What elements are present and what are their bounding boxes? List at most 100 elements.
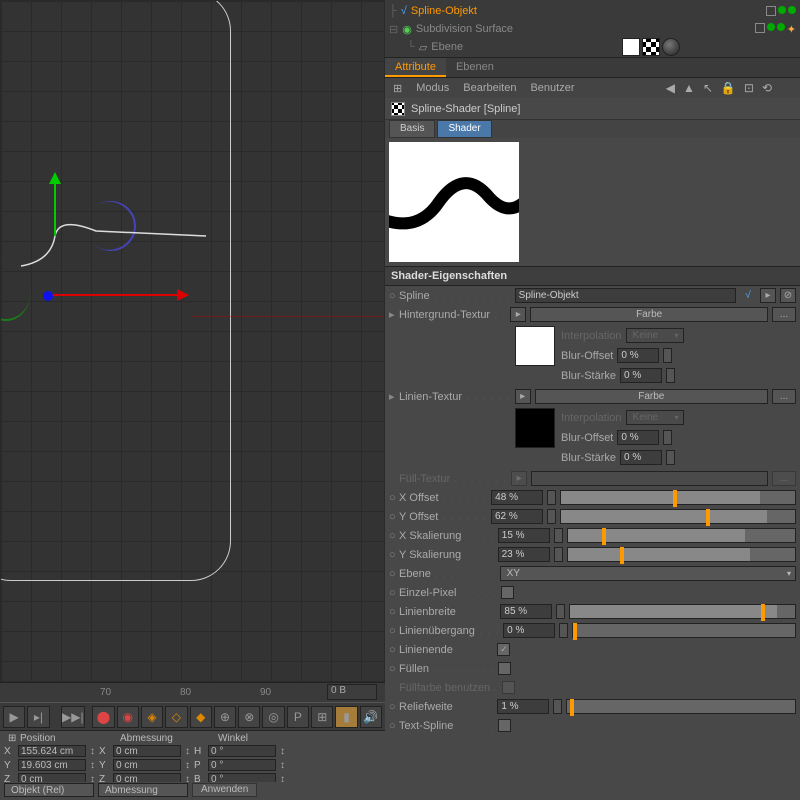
shader-preview[interactable] [389,142,519,262]
spinner[interactable] [663,348,672,363]
nav-arrow-icon[interactable]: ↖ [703,81,713,95]
subtab-shader[interactable]: Shader [437,120,491,138]
keyframe-button[interactable]: ◈ [141,706,163,728]
pos-x[interactable]: 155.624 cm [18,745,86,757]
pos-y[interactable]: 19.603 cm [18,759,86,771]
menu-bearbeiten[interactable]: Bearbeiten [463,82,516,94]
bg-color-swatch[interactable] [515,326,555,366]
object-sds[interactable]: Subdivision Surface [416,23,513,35]
x-offset-slider[interactable] [560,490,796,505]
menu-modus[interactable]: Modus [416,82,449,94]
line-fade-field[interactable]: 0 % [503,623,555,638]
line-end-check[interactable]: ✓ [497,643,510,656]
frame-field[interactable]: 0 B [327,684,377,700]
material-white[interactable] [622,38,640,56]
y-scale-field[interactable]: 23 % [498,547,550,562]
nav-back-icon[interactable]: ◀ [666,81,675,95]
x-scale-field[interactable]: 15 % [498,528,550,543]
layer-dot[interactable] [777,23,785,31]
rot-h[interactable]: 0 ° [208,745,276,757]
apply-button[interactable]: Anwenden [192,783,257,797]
material-checker[interactable] [642,38,660,56]
axis-x[interactable] [51,291,191,299]
spinner[interactable] [666,450,675,465]
bg-blur-strength[interactable]: 0 % [620,368,662,383]
coord-mode-dropdown[interactable]: Objekt (Rel) [4,783,94,797]
spinner[interactable] [559,623,568,638]
spinner[interactable] [666,368,675,383]
next-key-button[interactable]: ▶▶| [61,706,85,728]
play-button[interactable]: ▶ [3,706,25,728]
x-scale-slider[interactable] [567,528,796,543]
line-tex-arrow[interactable]: ▸ [515,389,531,404]
key-pos-button[interactable]: ⊕ [214,706,236,728]
spline-pick-button[interactable]: ▸ [760,288,776,303]
grid-toggle-button[interactable]: ⊞ [311,706,333,728]
line-fade-slider[interactable] [572,623,796,638]
autokey-button[interactable]: ◉ [117,706,139,728]
spinner[interactable] [554,547,563,562]
y-scale-slider[interactable] [567,547,796,562]
viewport-3d[interactable] [0,0,385,682]
bg-tex-browse[interactable]: ... [772,307,796,322]
line-width-slider[interactable] [569,604,796,619]
spinner[interactable] [554,528,563,543]
link-icon[interactable]: ⟲ [762,81,772,95]
axis-y[interactable] [51,166,59,236]
menu-benutzer[interactable]: Benutzer [530,82,574,94]
dim-x[interactable]: 0 cm [113,745,181,757]
text-spline-check[interactable] [498,719,511,732]
visibility-toggle[interactable] [755,23,765,33]
next-frame-button[interactable]: ▸| [27,706,49,728]
nav-up-icon[interactable]: ▲ [683,81,695,95]
relief-slider[interactable] [566,699,796,714]
lbl-line-texture[interactable]: Linien-Textur [399,391,462,403]
tab-attribute[interactable]: Attribute [385,58,446,77]
line-blur-offset[interactable]: 0 % [617,430,659,445]
visibility-toggle[interactable] [766,6,776,16]
key-selection-button[interactable]: ◇ [165,706,187,728]
plane-dropdown[interactable]: XY [500,566,796,581]
line-interp[interactable]: Keine [626,410,684,425]
hierarchy-expand[interactable]: ⊟ [389,23,398,36]
timeline-ruler[interactable]: 70 80 90 100 0 B [0,682,385,702]
lbl-bg-texture[interactable]: Hintergrund-Textur [399,309,490,321]
line-tex-browse[interactable]: ... [772,389,796,404]
key-params-button[interactable]: ◆ [190,706,212,728]
line-width-field[interactable]: 85 % [500,604,552,619]
lock-icon[interactable]: 🔒 [721,81,736,95]
spinner[interactable] [547,509,556,524]
bg-interp[interactable]: Keine [626,328,684,343]
line-color-swatch[interactable] [515,408,555,448]
tag-icon[interactable]: ✦ [787,23,796,36]
origin-point[interactable] [43,291,53,301]
bg-blur-offset[interactable]: 0 % [617,348,659,363]
rot-p[interactable]: 0 ° [208,759,276,771]
object-spline[interactable]: Spline-Objekt [411,5,477,17]
tab-layers[interactable]: Ebenen [446,58,504,77]
sound-button[interactable]: 🔊 [360,706,382,728]
relief-field[interactable]: 1 % [497,699,549,714]
spline-link-field[interactable]: Spline-Objekt [515,288,736,303]
spinner[interactable] [547,490,556,505]
spline-clear-button[interactable]: ⊘ [780,288,796,303]
object-ebene[interactable]: Ebene [431,41,463,53]
layer-dot[interactable] [778,6,786,14]
subtab-basis[interactable]: Basis [389,120,435,138]
line-blur-strength[interactable]: 0 % [620,450,662,465]
clip-button[interactable]: ▮ [335,706,357,728]
new-window-icon[interactable]: ⊡ [744,81,754,95]
bg-tex-type[interactable]: Farbe [530,307,768,322]
bg-tex-arrow[interactable]: ▸ [510,307,526,322]
y-offset-slider[interactable] [560,509,796,524]
spinner[interactable] [663,430,672,445]
key-rot-button[interactable]: ◎ [262,706,284,728]
layer-dot[interactable] [788,6,796,14]
single-pixel-check[interactable] [501,586,514,599]
key-pla-button[interactable]: P [287,706,309,728]
fill-check[interactable] [498,662,511,675]
grid-icon[interactable]: ⊞ [393,82,402,95]
spinner[interactable] [553,699,562,714]
dim-y[interactable]: 0 cm [113,759,181,771]
material-dark[interactable] [662,38,680,56]
